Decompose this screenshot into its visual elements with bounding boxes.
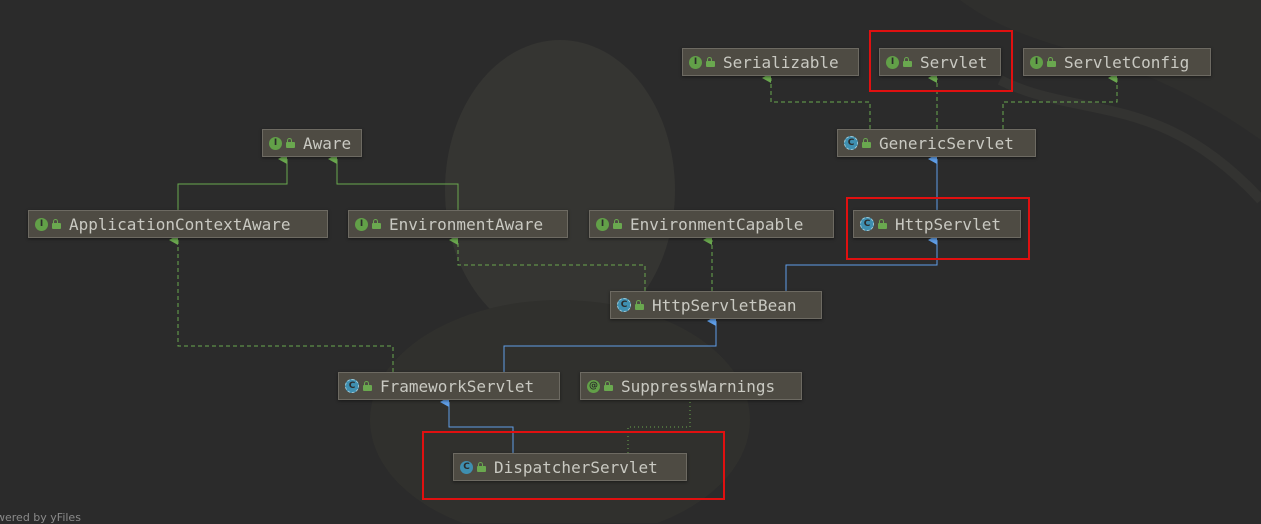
- node-application-context-aware[interactable]: I ApplicationContextAware: [28, 210, 328, 238]
- edge-appctxaware-aware: [177, 154, 288, 210]
- highlight-servlet: [869, 30, 1013, 92]
- interface-icon: I: [355, 217, 368, 231]
- node-label: ApplicationContextAware: [69, 214, 291, 234]
- public-lock-icon: [372, 219, 381, 229]
- interface-icon: I: [1030, 55, 1043, 69]
- highlight-dispatcher-servlet: [422, 431, 725, 500]
- node-generic-servlet[interactable]: C GenericServlet: [837, 129, 1036, 157]
- public-lock-icon: [706, 57, 715, 67]
- node-http-servlet-bean[interactable]: C HttpServletBean: [610, 291, 822, 319]
- edge-generic-serializable: [762, 73, 871, 129]
- edge-generic-servletconfig: [1002, 73, 1118, 129]
- node-label: Serializable: [723, 52, 839, 72]
- node-label: GenericServlet: [879, 133, 1014, 153]
- edge-framework-bean: [503, 316, 717, 372]
- powered-by-label: wered by yFiles: [0, 511, 81, 524]
- interface-icon: I: [596, 217, 609, 231]
- diagram-canvas[interactable]: I Serializable I Servlet I ServletConfig…: [0, 0, 1261, 524]
- abstract-class-icon: C: [617, 298, 631, 312]
- public-lock-icon: [52, 219, 61, 229]
- abstract-class-icon: C: [345, 379, 359, 393]
- node-servlet-config[interactable]: I ServletConfig: [1023, 48, 1211, 76]
- interface-icon: I: [269, 136, 282, 150]
- interface-icon: I: [35, 217, 48, 231]
- public-lock-icon: [635, 300, 644, 310]
- edge-bean-envaware: [449, 235, 646, 291]
- node-label: EnvironmentCapable: [630, 214, 804, 234]
- node-label: FrameworkServlet: [380, 376, 535, 396]
- annotation-icon: @: [587, 379, 600, 393]
- public-lock-icon: [613, 219, 622, 229]
- edge-envaware-aware: [328, 154, 459, 210]
- node-environment-capable[interactable]: I EnvironmentCapable: [589, 210, 834, 238]
- node-environment-aware[interactable]: I EnvironmentAware: [348, 210, 568, 238]
- public-lock-icon: [1047, 57, 1056, 67]
- node-framework-servlet[interactable]: C FrameworkServlet: [338, 372, 560, 400]
- interface-icon: I: [689, 55, 702, 69]
- edge-framework-appctxaware: [169, 235, 394, 372]
- highlight-http-servlet: [846, 197, 1030, 260]
- node-label: Aware: [303, 133, 352, 153]
- node-label: ServletConfig: [1064, 52, 1190, 72]
- public-lock-icon: [604, 381, 613, 391]
- public-lock-icon: [862, 138, 871, 148]
- node-label: EnvironmentAware: [389, 214, 544, 234]
- public-lock-icon: [286, 138, 295, 148]
- public-lock-icon: [363, 381, 372, 391]
- node-suppress-warnings[interactable]: @ SuppressWarnings: [580, 372, 802, 400]
- node-label: HttpServletBean: [652, 295, 797, 315]
- node-aware[interactable]: I Aware: [262, 129, 362, 157]
- abstract-class-icon: C: [844, 136, 858, 150]
- node-label: SuppressWarnings: [621, 376, 776, 396]
- node-serializable[interactable]: I Serializable: [682, 48, 859, 76]
